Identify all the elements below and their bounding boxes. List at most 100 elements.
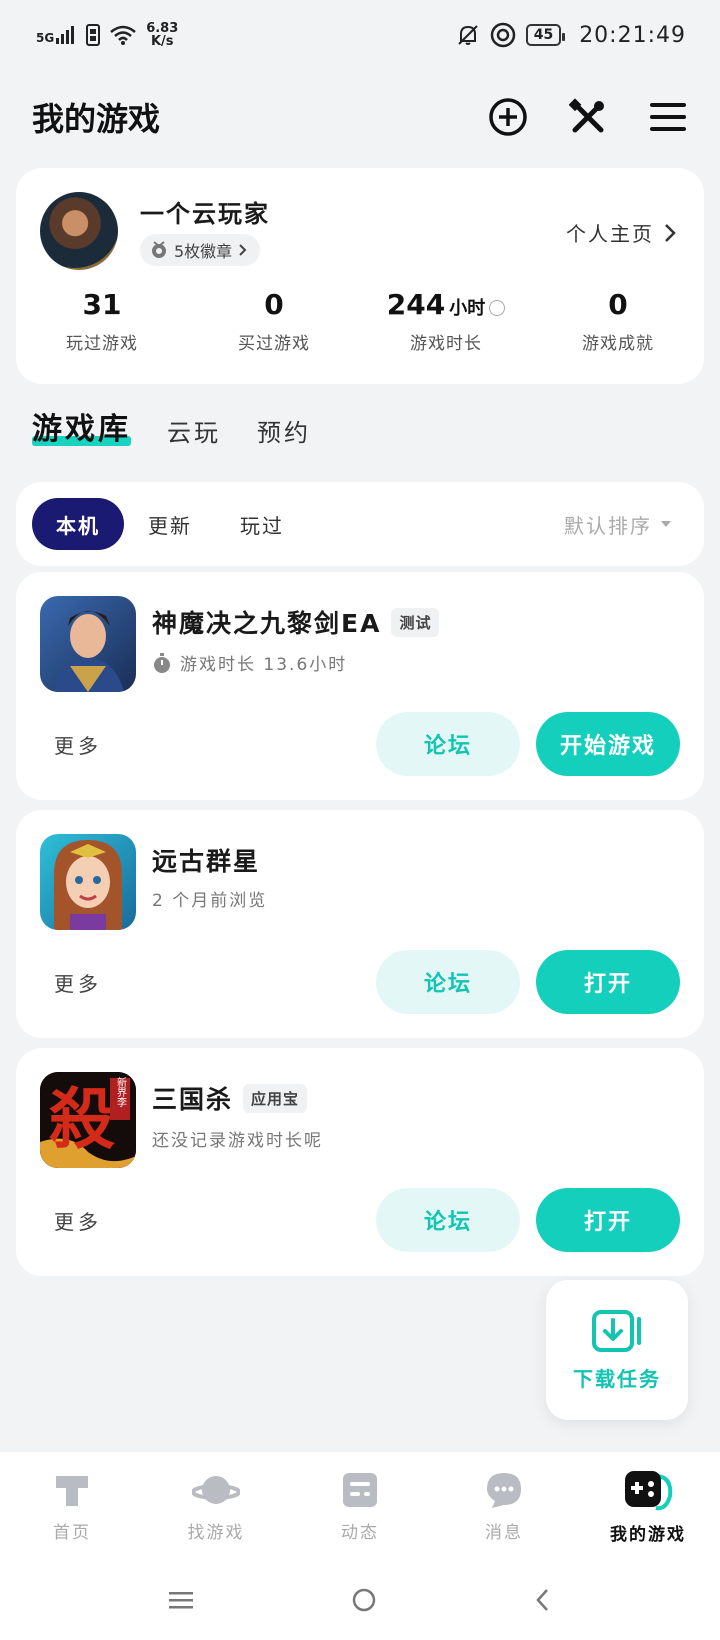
- sync-icon: [490, 22, 515, 48]
- game-card: 远古群星 2 个月前浏览 更多 论坛 打开: [16, 810, 704, 1038]
- status-bar: 5G 6.83 K/s 45 20:21:49: [0, 0, 720, 70]
- nav-my-games[interactable]: 我的游戏: [588, 1468, 708, 1545]
- tab-cloud-play[interactable]: 云玩: [167, 413, 221, 448]
- network-speed: 6.83 K/s: [146, 22, 178, 48]
- filter-played[interactable]: 玩过: [216, 498, 308, 550]
- stat-playtime[interactable]: 244 小时 游戏时长: [360, 288, 532, 354]
- badges-count: 5枚徽章: [174, 242, 233, 261]
- stat-label: 买过游戏: [238, 334, 310, 354]
- nav-label: 消息: [485, 1522, 523, 1543]
- stat-bought[interactable]: 0 买过游戏: [188, 288, 360, 354]
- caret-down-icon: [661, 521, 671, 527]
- game-icon-caption: 新界李: [115, 1076, 127, 1107]
- medal-icon: [152, 241, 166, 258]
- nav-find-games[interactable]: 找游戏: [156, 1470, 276, 1543]
- app-header: 我的游戏: [0, 82, 720, 152]
- game-card: 殺新界李 三国杀 应用宝 还没记录游戏时长呢 更多 论坛 打开: [16, 1048, 704, 1276]
- game-subtitle: 游戏时长 13.6小时: [180, 655, 348, 675]
- game-icon-glyph: 殺: [49, 1080, 115, 1158]
- info-icon[interactable]: [489, 300, 506, 316]
- more-link[interactable]: 更多: [54, 968, 102, 997]
- game-tag: 测试: [391, 607, 440, 637]
- tab-reservations[interactable]: 预约: [257, 413, 311, 448]
- recents-icon[interactable]: [169, 1590, 193, 1610]
- stat-value: 244: [386, 288, 446, 321]
- nav-messages[interactable]: 消息: [444, 1470, 564, 1543]
- gamepad-icon: [625, 1470, 673, 1510]
- game-subtitle: 还没记录游戏时长呢: [152, 1131, 323, 1151]
- forum-button[interactable]: 论坛: [376, 950, 520, 1014]
- sim-icon: [86, 24, 101, 46]
- menu-icon[interactable]: [646, 95, 690, 139]
- message-icon: [487, 1472, 521, 1508]
- nav-label: 动态: [341, 1522, 379, 1543]
- feed-icon: [343, 1472, 377, 1507]
- filter-updates[interactable]: 更新: [124, 498, 216, 550]
- stat-value: 31: [82, 288, 122, 321]
- nav-feed[interactable]: 动态: [300, 1470, 420, 1543]
- stat-achievements[interactable]: 0 游戏成就: [532, 288, 704, 354]
- profile-card: 一个云玩家 5枚徽章 个人主页 31 玩过游戏 0 买过游戏 244 小时 游戏…: [16, 168, 704, 384]
- battery-indicator: 45: [525, 24, 566, 46]
- signal-icon: 5G: [36, 26, 76, 44]
- stat-label: 游戏成就: [582, 334, 654, 354]
- stopwatch-icon: [154, 652, 170, 673]
- sort-label: 默认排序: [564, 513, 652, 538]
- filter-local[interactable]: 本机: [32, 498, 124, 550]
- chevron-right-icon: [239, 244, 247, 256]
- stat-played[interactable]: 31 玩过游戏: [16, 288, 188, 354]
- nav-label: 首页: [53, 1522, 91, 1543]
- speed-unit: K/s: [150, 34, 174, 49]
- download-icon: [592, 1309, 641, 1352]
- bottom-nav: 首页 找游戏 动态 消息 我的游戏: [0, 1452, 720, 1560]
- avatar[interactable]: [40, 192, 118, 270]
- nav-label: 找游戏: [187, 1522, 245, 1543]
- home-button-icon[interactable]: [351, 1587, 377, 1613]
- game-card: 神魔决之九黎剑EA 测试 游戏时长 13.6小时 更多 论坛 开始游戏: [16, 572, 704, 800]
- open-button[interactable]: 打开: [536, 950, 680, 1014]
- tab-game-library[interactable]: 游戏库: [32, 404, 131, 448]
- game-name[interactable]: 三国杀: [152, 1080, 233, 1116]
- sort-dropdown[interactable]: 默认排序: [564, 510, 672, 539]
- stat-unit: 小时: [449, 298, 486, 319]
- wifi-icon: [110, 25, 137, 45]
- download-tasks-button[interactable]: 下载任务: [546, 1280, 688, 1420]
- chevron-right-icon: [665, 223, 676, 242]
- main-tabs: 游戏库 云玩 预约: [32, 404, 311, 448]
- more-link[interactable]: 更多: [54, 730, 102, 759]
- filter-bar: 本机 更新 玩过 默认排序: [16, 482, 704, 566]
- stat-value: 0: [608, 288, 628, 321]
- more-link[interactable]: 更多: [54, 1206, 102, 1235]
- download-tasks-label: 下载任务: [573, 1366, 661, 1391]
- nav-label: 我的游戏: [610, 1524, 686, 1545]
- tools-icon[interactable]: [566, 95, 610, 139]
- homepage-label: 个人主页: [566, 222, 654, 246]
- stats-row: 31 玩过游戏 0 买过游戏 244 小时 游戏时长 0 游戏成就: [16, 288, 704, 354]
- badges-pill[interactable]: 5枚徽章: [140, 234, 261, 266]
- game-name[interactable]: 神魔决之九黎剑EA: [152, 604, 381, 640]
- game-icon[interactable]: [40, 834, 136, 930]
- stat-value: 0: [264, 288, 284, 321]
- back-icon[interactable]: [535, 1587, 551, 1613]
- stat-label: 玩过游戏: [66, 334, 138, 354]
- game-name[interactable]: 远古群星: [152, 842, 260, 878]
- start-game-button[interactable]: 开始游戏: [536, 712, 680, 776]
- game-subtitle: 2 个月前浏览: [152, 891, 268, 911]
- open-button[interactable]: 打开: [536, 1188, 680, 1252]
- forum-button[interactable]: 论坛: [376, 712, 520, 776]
- bell-muted-icon: [457, 25, 478, 45]
- nav-home[interactable]: 首页: [12, 1470, 132, 1543]
- game-icon[interactable]: [40, 596, 136, 692]
- network-type: 5G: [36, 31, 55, 45]
- stat-label: 游戏时长: [410, 334, 482, 354]
- clock: 20:21:49: [579, 22, 686, 48]
- username[interactable]: 一个云玩家: [140, 194, 270, 229]
- game-icon[interactable]: 殺新界李: [40, 1072, 136, 1168]
- home-icon: [56, 1475, 88, 1506]
- planet-icon: [192, 1475, 240, 1504]
- homepage-link[interactable]: 个人主页: [566, 218, 676, 247]
- forum-button[interactable]: 论坛: [376, 1188, 520, 1252]
- add-circle-icon[interactable]: [486, 95, 530, 139]
- system-nav: [0, 1560, 720, 1640]
- page-title: 我的游戏: [32, 100, 161, 138]
